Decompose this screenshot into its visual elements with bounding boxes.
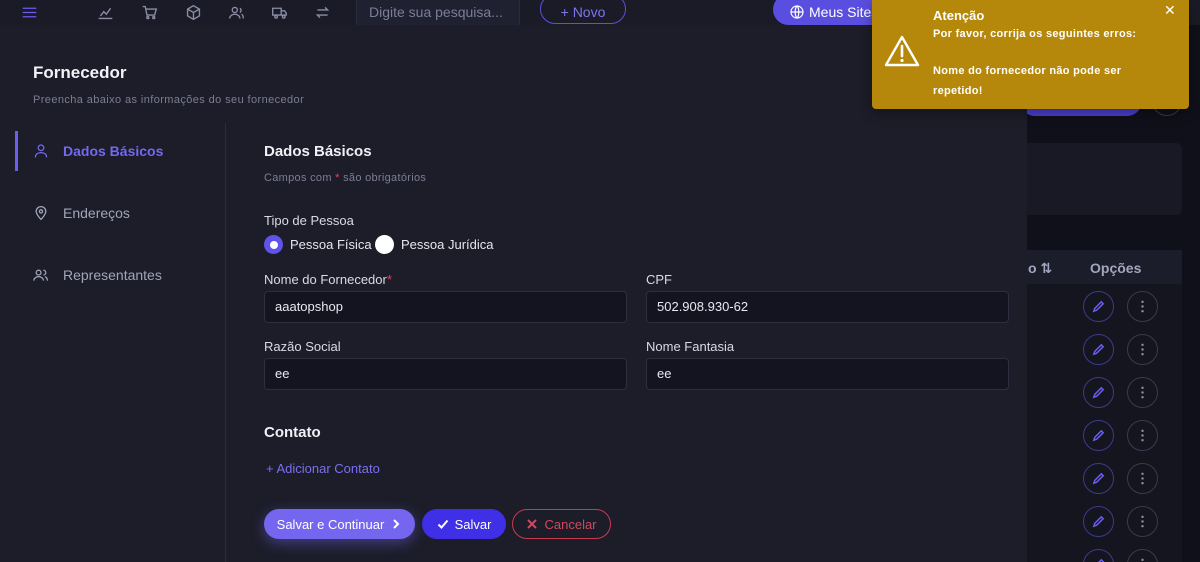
truck-icon[interactable]	[268, 2, 290, 22]
section-title-contato: Contato	[264, 424, 321, 441]
save-button[interactable]: Salvar	[422, 509, 506, 539]
chevron-right-icon	[393, 519, 400, 529]
table-header-partial[interactable]: o ⇅	[1028, 260, 1052, 277]
background-table-header: o ⇅ Opções	[1020, 250, 1182, 284]
pencil-icon	[1092, 300, 1105, 313]
menu-icon[interactable]	[18, 2, 40, 22]
new-button[interactable]: + Novo	[540, 0, 626, 24]
chart-icon[interactable]	[94, 2, 116, 22]
cart-icon[interactable]	[138, 2, 160, 22]
sidebar-item-label: Endereços	[63, 205, 130, 221]
sidebar-item-representantes[interactable]: Representantes	[15, 255, 215, 295]
more-options-button[interactable]	[1127, 291, 1158, 322]
kebab-menu-icon	[1141, 558, 1144, 562]
kebab-menu-icon	[1141, 515, 1144, 528]
location-pin-icon	[35, 206, 47, 221]
sidebar-item-label: Dados Básicos	[63, 143, 164, 159]
required-fields-hint: Campos com * são obrigatórios	[264, 172, 427, 184]
users-icon	[33, 269, 49, 281]
edit-row-button[interactable]	[1083, 334, 1114, 365]
kebab-menu-icon	[1141, 386, 1144, 399]
kebab-menu-icon	[1141, 429, 1144, 442]
radio-pessoa-fisica[interactable]: Pessoa Física	[264, 235, 372, 254]
company-name-label: Razão Social	[264, 339, 341, 354]
toast-close-icon[interactable]: ✕	[1164, 2, 1176, 19]
kebab-menu-icon	[1141, 472, 1144, 485]
pencil-icon	[1092, 429, 1105, 442]
section-title-dados-basicos: Dados Básicos	[264, 143, 372, 160]
sidebar-item-dados-basicos[interactable]: Dados Básicos	[15, 131, 215, 171]
edit-row-button[interactable]	[1083, 463, 1114, 494]
check-icon	[437, 519, 448, 529]
kebab-menu-icon	[1141, 343, 1144, 356]
more-options-button[interactable]	[1127, 463, 1158, 494]
sidebar-item-enderecos[interactable]: Endereços	[15, 193, 215, 233]
radio-pessoa-juridica[interactable]: Pessoa Jurídica	[375, 235, 494, 254]
pencil-icon	[1092, 472, 1105, 485]
box-icon[interactable]	[182, 2, 204, 22]
company-name-input[interactable]: ee	[264, 358, 627, 390]
supplier-name-input[interactable]: aaatopshop	[264, 291, 627, 323]
trade-name-input[interactable]: ee	[646, 358, 1009, 390]
cancel-button[interactable]: Cancelar	[512, 509, 611, 539]
toast-title: Atenção	[933, 8, 985, 23]
pencil-icon	[1092, 343, 1105, 356]
trade-name-label: Nome Fantasia	[646, 339, 735, 354]
close-icon	[527, 519, 538, 529]
globe-icon	[790, 5, 804, 19]
sidebar-divider	[225, 123, 226, 562]
sidebar-item-label: Representantes	[63, 267, 162, 283]
save-and-continue-button[interactable]: Salvar e Continuar	[264, 509, 415, 539]
more-options-button[interactable]	[1127, 334, 1158, 365]
warning-triangle-icon	[884, 35, 920, 67]
my-sites-label: Meus Sites	[809, 4, 879, 20]
edit-row-button[interactable]	[1083, 420, 1114, 451]
user-icon	[34, 144, 48, 158]
kebab-menu-icon	[1141, 300, 1144, 313]
radio-label: Pessoa Jurídica	[401, 237, 494, 252]
table-header-options: Opções	[1090, 260, 1142, 276]
toast-message: Por favor, corrija os seguintes erros:	[933, 28, 1137, 40]
pencil-icon	[1098, 558, 1105, 562]
radio-label: Pessoa Física	[290, 237, 372, 252]
edit-row-button[interactable]	[1083, 506, 1114, 537]
search-input[interactable]: Digite sua pesquisa...	[356, 0, 520, 25]
toast-error-detail: Nome do fornecedor não pode ser repetido…	[933, 65, 1122, 97]
cpf-label: CPF	[646, 272, 672, 287]
edit-row-button[interactable]	[1083, 291, 1114, 322]
save-continue-label: Salvar e Continuar	[276, 516, 385, 532]
pencil-icon	[1092, 515, 1105, 528]
modal-title: Fornecedor	[33, 63, 127, 82]
edit-row-button[interactable]	[1083, 377, 1114, 408]
pencil-icon	[1092, 386, 1105, 399]
person-type-label: Tipo de Pessoa	[264, 213, 354, 228]
more-options-button[interactable]	[1127, 420, 1158, 451]
swap-icon[interactable]	[311, 2, 333, 22]
more-options-button[interactable]	[1127, 377, 1158, 408]
modal-subtitle: Preencha abaixo as informações do seu fo…	[33, 94, 305, 106]
save-label: Salvar	[454, 516, 492, 532]
radio-unchecked-icon[interactable]	[375, 235, 394, 254]
people-icon[interactable]	[225, 2, 247, 22]
background-filter-card	[1020, 143, 1182, 215]
add-contact-link[interactable]: + Adicionar Contato	[266, 461, 380, 476]
radio-checked-icon[interactable]	[264, 235, 283, 254]
more-options-button[interactable]	[1127, 506, 1158, 537]
supplier-name-label: Nome do Fornecedor*	[264, 272, 392, 287]
warning-toast: Atenção Por favor, corrija os seguintes …	[872, 0, 1189, 109]
cpf-input[interactable]: 502.908.930-62	[646, 291, 1009, 323]
cancel-label: Cancelar	[544, 516, 597, 532]
